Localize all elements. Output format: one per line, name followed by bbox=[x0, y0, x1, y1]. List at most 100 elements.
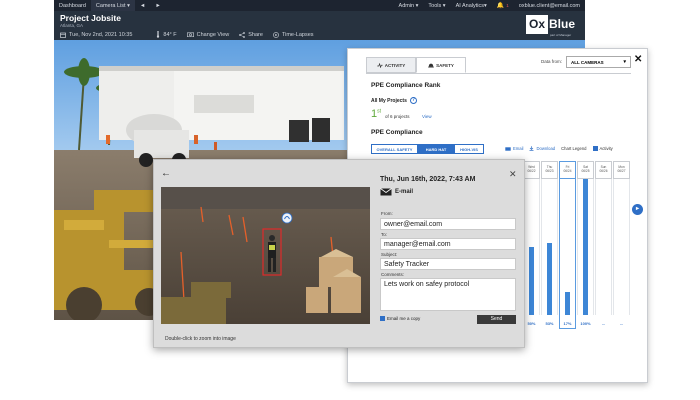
chart-day-column[interactable]: Fri 06/24 17% bbox=[559, 161, 576, 335]
nav-camera-list[interactable]: Camera List ▾ bbox=[90, 0, 135, 11]
checkbox-icon bbox=[592, 146, 598, 151]
camera-select[interactable]: ALL CAMERAS ▾ bbox=[566, 56, 631, 68]
zoom-hint: Double-click to zoom into image bbox=[165, 336, 236, 342]
chart-day-label: Thu 06/23 bbox=[541, 161, 558, 179]
download-label: Download bbox=[536, 146, 556, 151]
chart-value-label: 53% bbox=[545, 321, 554, 326]
nav-admin[interactable]: Admin ▾ bbox=[394, 0, 424, 11]
view-link[interactable]: View bbox=[422, 114, 432, 119]
chart-day-column[interactable]: Wed 06/22 50% bbox=[523, 161, 540, 335]
project-header: Project Jobsite Atlanta, GA Tue, Nov 2nd… bbox=[54, 11, 585, 40]
chart-bar bbox=[583, 179, 588, 315]
next-arrow-icon[interactable]: ▸ bbox=[632, 204, 643, 215]
logo-ox: Ox bbox=[526, 15, 548, 34]
chart-day-label: Sun 06/26 bbox=[595, 161, 612, 179]
chart-value-label: -- bbox=[620, 321, 623, 326]
close-icon[interactable]: ✕ bbox=[634, 54, 642, 65]
rank-suffix: st bbox=[377, 108, 382, 115]
thermometer-icon bbox=[157, 31, 160, 38]
current-date: Tue, Nov 2nd, 2021 10:35 bbox=[69, 31, 133, 38]
envelope-icon bbox=[505, 146, 511, 151]
chart-legend-button[interactable]: Chart Legend bbox=[561, 146, 586, 151]
project-location: Atlanta, GA bbox=[60, 23, 84, 28]
to-field[interactable]: manager@email.com bbox=[380, 238, 516, 250]
bell-icon: 🔔 bbox=[496, 3, 505, 9]
panel-tabs: ACTIVITY SAFETY bbox=[366, 57, 466, 73]
all-projects-label: All My Projects bbox=[371, 97, 407, 104]
nav-next-camera[interactable]: ► bbox=[150, 0, 165, 11]
subject-field[interactable]: Safety Tracker bbox=[380, 258, 516, 270]
chart-value-label: 17% bbox=[563, 321, 572, 326]
timelapses-button[interactable]: Time-Lapses bbox=[273, 32, 314, 38]
close-dialog-icon[interactable]: ✕ bbox=[509, 169, 517, 180]
camera-toolbar: Tue, Nov 2nd, 2021 10:35 84° F Change Vi… bbox=[60, 31, 314, 38]
detection-image[interactable] bbox=[161, 187, 370, 324]
logo-subtext: part of Manager bbox=[550, 33, 572, 37]
hard-hat-icon bbox=[428, 63, 434, 67]
subject-label: Subject: bbox=[381, 252, 398, 257]
nav-dashboard[interactable]: Dashboard bbox=[54, 0, 91, 11]
camera-select-value: ALL CAMERAS bbox=[571, 59, 604, 65]
activity-toggle-label: Activity bbox=[599, 146, 613, 151]
comments-field[interactable]: Lets work on safey protocol bbox=[380, 278, 516, 311]
notification-count: 1 bbox=[506, 3, 509, 8]
chart-bar bbox=[565, 292, 570, 315]
chart-bar bbox=[529, 247, 534, 315]
calendar-icon bbox=[60, 32, 66, 38]
tab-activity[interactable]: ACTIVITY bbox=[366, 57, 416, 73]
chart-day-label: Mon 06/27 bbox=[613, 161, 630, 179]
filter-hard-hat[interactable]: HARD HAT bbox=[418, 144, 454, 154]
stage: Dashboard Camera List ▾ ◄ ► Admin ▾ Tool… bbox=[0, 0, 700, 400]
send-button[interactable]: Send bbox=[477, 315, 516, 324]
filter-high-vis[interactable]: HIGH-VIS bbox=[454, 144, 484, 154]
nav-ai-analytics[interactable]: AI Analytics▾ bbox=[451, 0, 492, 11]
timelapses-label: Time-Lapses bbox=[281, 31, 314, 38]
temperature-value: 84° F bbox=[163, 31, 177, 38]
tab-safety[interactable]: SAFETY bbox=[416, 57, 466, 73]
chart-column-body bbox=[613, 179, 630, 315]
date-picker[interactable]: Tue, Nov 2nd, 2021 10:35 bbox=[60, 32, 132, 38]
activity-toggle[interactable]: Activity bbox=[592, 146, 613, 151]
compliance-chart: Wed 06/22 50% Thu 06/23 53% Fri 06/24 17% Sat 06/2… bbox=[523, 161, 633, 335]
play-icon bbox=[273, 31, 279, 38]
chart-bar bbox=[547, 243, 552, 315]
chart-day-column[interactable]: Sat 06/25 100% bbox=[577, 161, 594, 335]
compliance-filter: OVERALL SAFETY HARD HAT HIGH-VIS bbox=[371, 144, 484, 154]
compliance-title: PPE Compliance bbox=[371, 129, 423, 136]
channel-header: E-mail bbox=[380, 188, 413, 196]
email-label: Email bbox=[513, 146, 524, 151]
email-dialog: ← ✕ Double-click to zoom into image Thu,… bbox=[153, 159, 525, 348]
user-menu[interactable]: oxblue.client@email.com bbox=[514, 0, 585, 11]
change-view-button[interactable]: Change View bbox=[186, 31, 230, 38]
filter-overall-safety[interactable]: OVERALL SAFETY bbox=[371, 144, 418, 154]
back-arrow-icon[interactable]: ← bbox=[161, 168, 171, 179]
oxblue-logo: Ox Blue part of Manager bbox=[526, 15, 576, 39]
rank-title: PPE Compliance Rank bbox=[371, 82, 441, 89]
nav-prev-camera[interactable]: ◄ bbox=[135, 0, 150, 11]
tab-safety-label: SAFETY bbox=[436, 62, 454, 68]
chart-value-label: 100% bbox=[580, 321, 591, 326]
help-icon[interactable]: ? bbox=[409, 97, 417, 104]
download-button[interactable]: Download bbox=[529, 146, 555, 151]
to-label: To: bbox=[381, 232, 388, 237]
email-copy-label: Email me a copy bbox=[387, 316, 421, 321]
email-copy-option[interactable]: Email me a copy bbox=[380, 316, 420, 321]
logo-blue: Blue bbox=[548, 17, 575, 31]
chart-day-column[interactable]: Thu 06/23 53% bbox=[541, 161, 558, 335]
email-chart-button[interactable]: Email bbox=[505, 146, 523, 151]
nav-tools[interactable]: Tools ▾ bbox=[423, 0, 450, 11]
share-label: Share bbox=[248, 31, 263, 38]
chart-day-column[interactable]: Sun 06/26 -- bbox=[595, 161, 612, 335]
notifications-button[interactable]: 🔔 1 bbox=[492, 0, 514, 11]
download-icon bbox=[529, 146, 534, 151]
share-button[interactable]: Share bbox=[239, 32, 263, 38]
top-nav: Dashboard Camera List ▾ ◄ ► Admin ▾ Tool… bbox=[54, 0, 585, 11]
chart-tools: Email Download Chart Legend Activity bbox=[505, 146, 613, 151]
chart-day-label: Sat 06/25 bbox=[577, 161, 594, 179]
chart-day-column[interactable]: Mon 06/27 -- bbox=[613, 161, 630, 335]
detection-datetime: Thu, Jun 16th, 2022, 7:43 AM bbox=[380, 176, 476, 183]
change-view-label: Change View bbox=[196, 31, 230, 38]
from-field[interactable]: owner@email.com bbox=[380, 218, 516, 230]
channel-label: E-mail bbox=[395, 189, 414, 195]
chevron-down-icon: ▾ bbox=[623, 59, 626, 65]
